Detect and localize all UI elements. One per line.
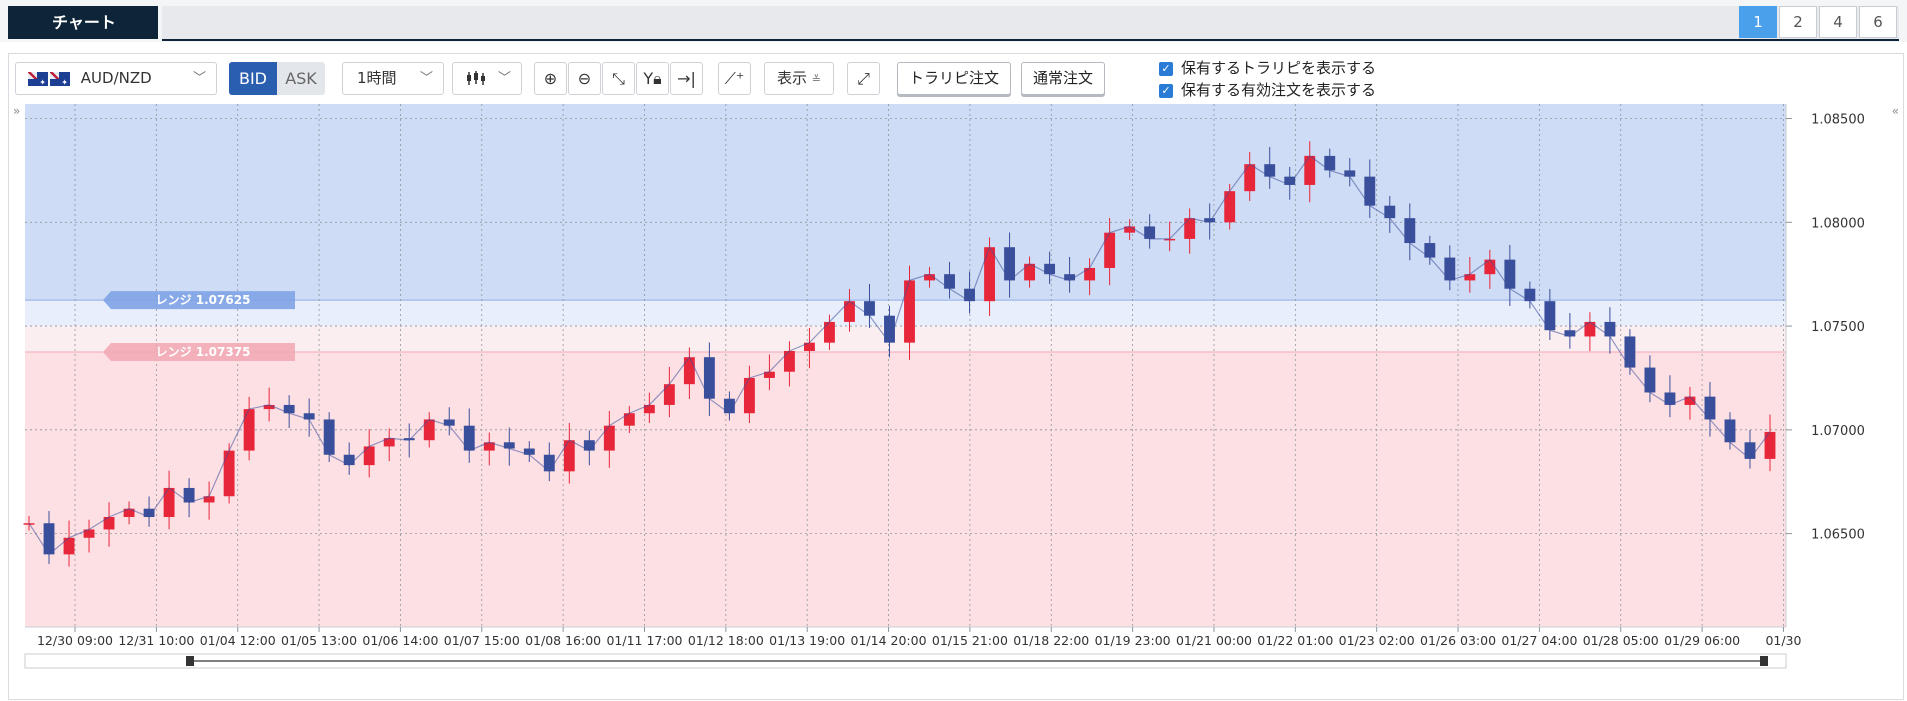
y-tick-label: 1.07500 bbox=[1811, 320, 1865, 335]
candle bbox=[1704, 396, 1716, 420]
candle bbox=[1004, 247, 1016, 281]
candle bbox=[1764, 431, 1776, 459]
candle bbox=[1364, 176, 1376, 206]
page-1-button[interactable]: 1 bbox=[1739, 6, 1777, 38]
candle bbox=[463, 425, 475, 451]
x-tick-label: 01/13 19:00 bbox=[769, 633, 845, 648]
tab-strip bbox=[162, 6, 1899, 41]
candle bbox=[223, 450, 235, 497]
x-tick-label: 01/07 15:00 bbox=[444, 633, 520, 648]
x-tick-label: 12/31 10:00 bbox=[118, 633, 194, 648]
x-tick-label: 01/15 21:00 bbox=[932, 633, 1008, 648]
x-tick-label: 12/30 09:00 bbox=[37, 633, 113, 648]
x-tick-label: 01/18 22:00 bbox=[1013, 633, 1089, 648]
page-6-button[interactable]: 6 bbox=[1859, 6, 1897, 38]
candle bbox=[1304, 155, 1316, 185]
candle bbox=[163, 487, 175, 518]
candle bbox=[683, 357, 695, 385]
candle bbox=[1244, 164, 1256, 192]
range-label: レンジ 1.07375 bbox=[156, 345, 251, 359]
x-tick-label: 01/29 06:00 bbox=[1664, 633, 1740, 648]
candle bbox=[1224, 191, 1236, 223]
candle bbox=[743, 377, 755, 414]
x-tick-label: 01/11 17:00 bbox=[606, 633, 682, 648]
candle bbox=[904, 280, 915, 343]
page-4-button[interactable]: 4 bbox=[1819, 6, 1857, 38]
top-bar: チャート 1 2 4 6 bbox=[0, 0, 1907, 42]
tab-chart[interactable]: チャート bbox=[8, 6, 158, 39]
x-tick-label: 01/19 23:00 bbox=[1095, 633, 1171, 648]
candle bbox=[1444, 257, 1456, 281]
candle bbox=[703, 357, 715, 399]
price-chart[interactable]: レンジ 1.07625 レンジ 1.07375 1.06500 1.07000 1.0… bbox=[9, 54, 1903, 699]
candle bbox=[1504, 259, 1516, 289]
x-tick-label: 01/27 04:00 bbox=[1501, 633, 1577, 648]
x-tick-label: 01/06 14:00 bbox=[362, 633, 438, 648]
sell-zone bbox=[25, 352, 1786, 627]
candle bbox=[1544, 301, 1556, 331]
scrollbar-handle-left bbox=[186, 656, 194, 666]
chart-panel: AUD/NZD ﹀ BID ASK 1時間 ﹀ ﹀ ⊕ ⊖ ⤡ Y🔒︎ →| ⟋… bbox=[8, 53, 1904, 700]
y-tick-label: 1.08500 bbox=[1811, 113, 1865, 128]
candle bbox=[1644, 367, 1656, 393]
buy-zone bbox=[25, 104, 1786, 301]
x-tick-label: 01/28 05:00 bbox=[1583, 633, 1659, 648]
page-2-button[interactable]: 2 bbox=[1779, 6, 1817, 38]
candle bbox=[1404, 218, 1416, 244]
candle bbox=[1104, 232, 1116, 268]
candle bbox=[984, 247, 995, 302]
layout-pages: 1 2 4 6 bbox=[1739, 6, 1897, 38]
x-tick-label: 01/08 16:00 bbox=[525, 633, 601, 648]
candle bbox=[323, 419, 335, 455]
candle bbox=[563, 440, 575, 472]
candle bbox=[43, 523, 55, 555]
x-tick-label: 01/22 01:00 bbox=[1257, 633, 1333, 648]
x-tick-label: 01/05 13:00 bbox=[281, 633, 357, 648]
candle bbox=[1624, 336, 1636, 368]
x-tick-label: 01/26 03:00 bbox=[1420, 633, 1496, 648]
x-tick-label: 01/04 12:00 bbox=[200, 633, 276, 648]
candle bbox=[603, 425, 615, 451]
candle bbox=[243, 409, 255, 451]
x-tick-label: 01/21 00:00 bbox=[1176, 633, 1252, 648]
y-tick-label: 1.06500 bbox=[1811, 528, 1865, 543]
x-tick-label: 01/23 02:00 bbox=[1339, 633, 1415, 648]
scrollbar-handle-right bbox=[1760, 656, 1768, 666]
candle bbox=[1724, 419, 1736, 443]
range-label: レンジ 1.07625 bbox=[156, 293, 251, 307]
x-tick-label: 01/12 18:00 bbox=[688, 633, 764, 648]
tab-chart-label: チャート bbox=[52, 13, 116, 32]
y-tick-label: 1.08000 bbox=[1811, 216, 1865, 231]
y-tick-label: 1.07000 bbox=[1811, 424, 1865, 439]
x-tick-label: 01/14 20:00 bbox=[851, 633, 927, 648]
x-tick-label: 01/30 bbox=[1765, 633, 1801, 648]
